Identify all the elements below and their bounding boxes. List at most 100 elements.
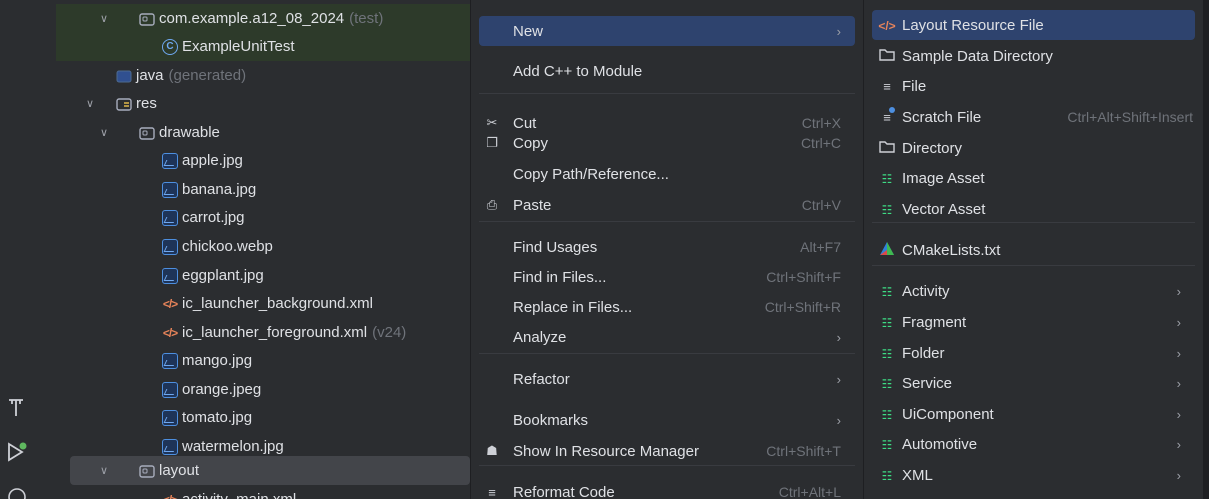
tree-row[interactable]: eggplant.jpg	[56, 261, 470, 290]
android-icon: ☷	[881, 468, 893, 483]
android-icon: ☷	[881, 346, 893, 361]
submenu-item-scratch-file[interactable]: ≡ Scratch File Ctrl+Alt+Shift+Insert	[872, 102, 1195, 132]
submenu-item-directory[interactable]: Directory	[872, 133, 1195, 163]
tree-row[interactable]: ∨ res	[56, 89, 470, 118]
tree-row[interactable]: </> ic_launcher_background.xml	[56, 289, 470, 318]
chevron-down-icon[interactable]: ∨	[100, 126, 108, 139]
submenu-item-image-asset[interactable]: ☷ Image Asset	[872, 163, 1195, 193]
menu-item-show-in-resource-manager[interactable]: ☗ Show In Resource Manager Ctrl+Shift+T	[479, 436, 855, 466]
menu-item-new[interactable]: New ›	[479, 16, 855, 46]
paste-icon: ⎙	[486, 197, 498, 212]
tree-row[interactable]: carrot.jpg	[56, 203, 470, 232]
submenu-item-automotive[interactable]: ☷ Automotive ›	[872, 429, 1195, 459]
submenu-item-file[interactable]: ≡ File	[872, 71, 1195, 101]
item-name: res	[136, 95, 157, 112]
menu-item-add-c-to-module[interactable]: Add C++ to Module	[479, 56, 855, 86]
tree-row[interactable]: C ExampleUnitTest	[56, 32, 470, 61]
submenu-item-label: Image Asset	[902, 169, 985, 187]
tree-row[interactable]: </> activity_main.xml	[56, 485, 470, 499]
menu-separator	[479, 353, 855, 354]
menu-item-shortcut: Ctrl+V	[801, 197, 841, 213]
scratch-file-icon: ≡	[878, 106, 896, 125]
menu-item-find-in-files[interactable]: Find in Files... Ctrl+Shift+F	[479, 262, 855, 292]
run-icon[interactable]	[6, 440, 28, 464]
tree-row[interactable]: ∨ com.example.a12_08_2024 (test)	[56, 4, 470, 33]
tree-row[interactable]: chickoo.webp	[56, 232, 470, 261]
tree-row[interactable]: java (generated)	[56, 61, 470, 90]
submenu-item-label: Fragment	[902, 313, 967, 331]
android-icon: ☷	[881, 376, 893, 391]
menu-item-find-usages[interactable]: Find Usages Alt+F7	[479, 232, 855, 262]
tree-row[interactable]: ∨ layout	[70, 456, 470, 485]
item-name: java	[136, 67, 164, 84]
xml-file-icon: </>	[878, 18, 896, 33]
menu-item-bookmarks[interactable]: Bookmarks ›	[479, 405, 855, 435]
build-icon[interactable]	[6, 396, 26, 420]
context-menu: New › Add C++ to Module ✂ Cut Ctrl+X ❐ Copy Ctrl…	[470, 0, 863, 499]
package-folder-icon	[139, 11, 155, 27]
folder-icon	[139, 463, 155, 479]
image-file-icon	[162, 267, 178, 284]
menu-item-analyze[interactable]: Analyze ›	[479, 322, 855, 352]
tree-row[interactable]: tomato.jpg	[56, 403, 470, 432]
submenu-item-uicomponent[interactable]: ☷ UiComponent ›	[872, 399, 1195, 429]
tree-item-label: watermelon.jpg	[182, 438, 284, 455]
cmake-icon	[878, 241, 896, 259]
tree-row[interactable]: mango.jpg	[56, 346, 470, 375]
submenu-item-label: Service	[902, 374, 953, 392]
menu-item-copy-path-reference[interactable]: Copy Path/Reference...	[479, 159, 855, 189]
item-name: drawable	[159, 124, 220, 141]
menu-item-copy[interactable]: ❐ Copy Ctrl+C	[479, 128, 855, 158]
submenu-item-xml[interactable]: ☷ XML ›	[872, 460, 1195, 490]
chevron-down-icon[interactable]: ∨	[100, 464, 108, 477]
chevron-right-icon: ›	[1176, 314, 1181, 330]
tree-row[interactable]: ∨ drawable	[56, 118, 470, 147]
submenu-item-layout-resource-file[interactable]: </> Layout Resource File	[872, 10, 1195, 40]
chevron-right-icon: ›	[1176, 467, 1181, 483]
menu-item-replace-in-files[interactable]: Replace in Files... Ctrl+Shift+R	[479, 292, 855, 322]
globe-icon[interactable]	[6, 486, 28, 499]
submenu-item-activity[interactable]: ☷ Activity ›	[872, 276, 1195, 306]
submenu-item-folder[interactable]: ☷ Folder ›	[872, 338, 1195, 368]
image-file-icon	[162, 238, 178, 255]
menu-item-shortcut: Ctrl+Alt+L	[778, 484, 841, 499]
chevron-down-icon[interactable]: ∨	[86, 97, 94, 110]
tree-item-label: chickoo.webp	[182, 238, 273, 255]
chevron-down-icon[interactable]: ∨	[100, 12, 108, 25]
tree-row[interactable]: apple.jpg	[56, 146, 470, 175]
item-name: apple.jpg	[182, 152, 243, 169]
folder-icon	[139, 125, 155, 141]
submenu-item-vector-asset[interactable]: ☷ Vector Asset	[872, 194, 1195, 224]
submenu-item-sample-data-directory[interactable]: Sample Data Directory	[872, 41, 1195, 71]
menu-item-refactor[interactable]: Refactor ›	[479, 364, 855, 394]
item-name: banana.jpg	[182, 181, 257, 198]
item-name: eggplant.jpg	[182, 267, 264, 284]
class-icon: C	[162, 38, 178, 55]
tree-item-label: orange.jpeg	[182, 381, 261, 398]
menu-item-reformat-code[interactable]: ≡ Reformat Code Ctrl+Alt+L	[479, 477, 855, 499]
submenu-item-shortcut: Ctrl+Alt+Shift+Insert	[1067, 109, 1193, 125]
android-icon: ☷	[881, 407, 893, 422]
tree-item-label: drawable	[159, 124, 220, 141]
item-name: tomato.jpg	[182, 409, 253, 426]
submenu-item-fragment[interactable]: ☷ Fragment ›	[872, 307, 1195, 337]
submenu-item-label: File	[902, 77, 927, 95]
item-name: ic_launcher_background.xml	[182, 295, 373, 312]
menu-item-shortcut: Ctrl+C	[800, 135, 841, 151]
menu-item-paste[interactable]: ⎙ Paste Ctrl+V	[479, 190, 855, 220]
submenu-item-label: XML	[902, 466, 933, 484]
tree-item-label: layout	[159, 462, 199, 479]
item-name: watermelon.jpg	[182, 438, 284, 455]
submenu-item-cmakelists-txt[interactable]: CMakeLists.txt	[872, 235, 1195, 265]
submenu-item-label: Sample Data Directory	[902, 47, 1053, 65]
tree-row[interactable]: banana.jpg	[56, 175, 470, 204]
tree-item-label: carrot.jpg	[182, 209, 245, 226]
menu-item-label: Paste	[513, 196, 552, 214]
project-tree: ∨ com.example.a12_08_2024 (test) C ExampleUn…	[56, 0, 470, 499]
menu-item-label: Add C++ to Module	[513, 62, 643, 80]
tree-row[interactable]: </> ic_launcher_foreground.xml (v24)	[56, 318, 470, 347]
chevron-right-icon: ›	[1176, 283, 1181, 299]
submenu-item-service[interactable]: ☷ Service ›	[872, 368, 1195, 398]
tree-row[interactable]: orange.jpeg	[56, 375, 470, 404]
submenu-item-label: Vector Asset	[902, 200, 986, 218]
